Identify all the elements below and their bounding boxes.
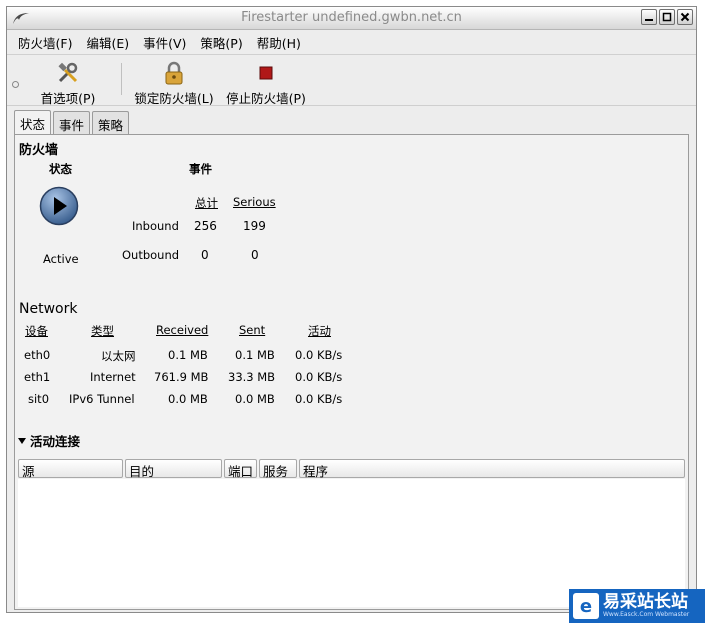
connections-expander[interactable]: 活动连接: [18, 431, 80, 450]
watermark-subtext: Www.Easck.Com Webmaster: [603, 611, 690, 618]
stop-firewall-label: 停止防火墙(P): [226, 91, 306, 106]
menu-bar: 防火墙(F) 编辑(E) 事件(V) 策略(P) 帮助(H): [7, 30, 696, 55]
toolbar-grip[interactable]: [12, 81, 19, 88]
network-received: 0.0 MB: [168, 392, 208, 406]
menu-help[interactable]: 帮助(H): [250, 33, 308, 52]
maximize-button[interactable]: [659, 9, 675, 25]
network-heading: Network: [19, 301, 78, 317]
title-bar[interactable]: Firestarter undefined.gwbn.net.cn: [7, 7, 696, 30]
lock-firewall-button[interactable]: 锁定防火墙(L): [131, 61, 217, 107]
lock-firewall-label: 锁定防火墙(L): [134, 91, 214, 106]
network-activity: 0.0 KB/s: [295, 348, 343, 362]
network-activity: 0.0 KB/s: [295, 392, 343, 406]
network-type: 以太网: [101, 349, 136, 363]
watermark-logo-icon: e: [573, 593, 599, 619]
stop-icon: [259, 66, 273, 80]
outbound-serious: 0: [251, 248, 259, 262]
network-received: 761.9 MB: [154, 370, 209, 384]
tab-policy[interactable]: 策略: [92, 111, 130, 135]
network-received: 0.1 MB: [168, 348, 208, 362]
inbound-serious: 199: [243, 219, 266, 233]
connections-list-header: 源 目的 端口 服务 程序: [18, 459, 685, 479]
firewall-status-value: Active: [43, 252, 79, 266]
network-col-activity: 活动: [308, 324, 331, 338]
network-device: eth1: [24, 370, 51, 384]
minimize-icon: [645, 19, 653, 21]
preferences-button[interactable]: 首选项(P): [37, 61, 99, 107]
menu-events[interactable]: 事件(V): [136, 33, 193, 52]
network-col-sent: Sent: [239, 323, 266, 337]
connections-heading: 活动连接: [30, 434, 81, 449]
network-col-received: Received: [156, 323, 209, 337]
tab-events[interactable]: 事件: [53, 111, 91, 135]
window-title: Firestarter undefined.gwbn.net.cn: [241, 10, 462, 25]
menu-policy[interactable]: 策略(P): [193, 33, 249, 52]
inbound-label: Inbound: [132, 219, 179, 233]
status-panel: 防火墙 状态 事件 Active 总计 Serious Inbound 256 …: [14, 134, 689, 610]
watermark-text: 易采站长站: [603, 592, 688, 612]
menu-firewall[interactable]: 防火墙(F): [11, 33, 79, 52]
outbound-label: Outbound: [122, 248, 180, 262]
col-program[interactable]: 程序: [299, 459, 685, 479]
stop-firewall-button[interactable]: 停止防火墙(P): [223, 61, 309, 107]
maximize-icon: [662, 12, 672, 22]
network-activity: 0.0 KB/s: [295, 370, 343, 384]
minimize-button[interactable]: [641, 9, 657, 25]
col-destination[interactable]: 目的: [125, 459, 222, 479]
tab-status[interactable]: 状态: [14, 110, 52, 136]
status-column-label: 状态: [49, 162, 72, 176]
expander-arrow-icon: [18, 437, 26, 444]
col-port[interactable]: 端口: [224, 459, 257, 479]
menu-edit[interactable]: 编辑(E): [79, 33, 136, 52]
preferences-label: 首选项(P): [40, 91, 96, 106]
network-sent: 33.3 MB: [228, 370, 276, 384]
close-button[interactable]: [677, 9, 693, 25]
network-col-type: 类型: [91, 324, 114, 338]
play-status-icon[interactable]: [39, 186, 79, 226]
col-service[interactable]: 服务: [259, 459, 297, 479]
col-source[interactable]: 源: [18, 459, 123, 479]
network-col-device: 设备: [25, 324, 48, 338]
network-sent: 0.1 MB: [235, 348, 275, 362]
network-type: IPv6 Tunnel: [69, 392, 135, 406]
site-watermark: e 易采站长站 Www.Easck.Com Webmaster: [569, 589, 705, 623]
connections-list[interactable]: [18, 479, 685, 607]
total-header: 总计: [195, 196, 218, 210]
network-sent: 0.0 MB: [235, 392, 275, 406]
lock-icon: [165, 61, 183, 85]
network-type: Internet: [90, 370, 136, 384]
tools-icon: [58, 62, 78, 83]
firewall-heading: 防火墙: [19, 143, 59, 158]
events-column-label: 事件: [189, 162, 212, 176]
toolbar-separator: [121, 63, 122, 95]
inbound-total: 256: [194, 219, 217, 233]
outbound-total: 0: [201, 248, 209, 262]
tab-bar: 状态 事件 策略: [14, 110, 131, 136]
firestarter-window: Firestarter undefined.gwbn.net.cn 防火墙(F)…: [6, 6, 697, 613]
serious-header: Serious: [233, 195, 276, 209]
network-device: eth0: [24, 348, 51, 362]
toolbar: 首选项(P) 锁定防火墙(L) 停止防火墙(P): [7, 55, 696, 106]
network-device: sit0: [28, 392, 50, 406]
close-icon: [680, 12, 690, 22]
